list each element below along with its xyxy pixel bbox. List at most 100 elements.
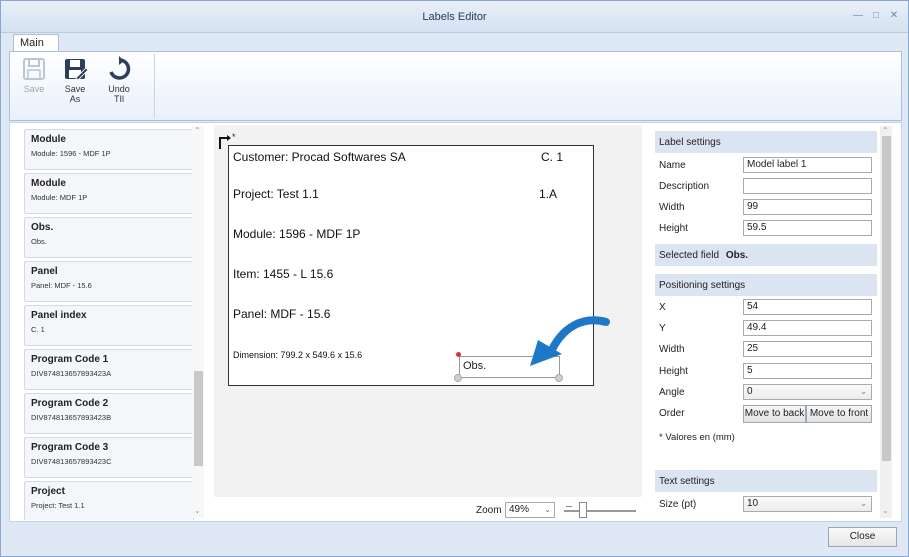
save-as-icon	[65, 59, 88, 81]
close-button[interactable]: Close	[828, 527, 897, 547]
scroll-down-icon[interactable]: ⌄	[882, 506, 889, 515]
list-item[interactable]: Obs. Obs.	[24, 217, 194, 258]
dimension-field[interactable]: Dimension: 799.2 x 549.6 x 15.6	[233, 350, 362, 360]
scroll-up-icon[interactable]: ⌃	[882, 126, 889, 135]
size-select[interactable]: 10 ⌄	[743, 496, 872, 512]
zoom-select[interactable]: 49% ⌄	[505, 502, 555, 518]
list-item-subtitle: Module: 1596 - MDF 1P	[31, 149, 111, 158]
list-item-title: Project	[31, 486, 65, 497]
zoom-slider-thumb[interactable]	[579, 502, 587, 518]
list-item-title: Module	[31, 134, 66, 145]
list-item[interactable]: Project Project: Test 1.1	[24, 481, 194, 520]
height-label: Height	[659, 223, 688, 234]
module-field[interactable]: Module: 1596 - MDF 1P	[233, 227, 360, 241]
angle-label: Angle	[659, 387, 685, 398]
list-item-title: Module	[31, 178, 66, 189]
name-label: Name	[659, 160, 686, 171]
project-field[interactable]: Project: Test 1.1	[233, 187, 319, 201]
position-height-input[interactable]: 5	[743, 363, 872, 379]
angle-select[interactable]: 0 ⌄	[743, 384, 872, 400]
scrollbar-thumb[interactable]	[194, 371, 203, 466]
panel-field[interactable]: Panel: MDF - 15.6	[233, 307, 330, 321]
settings-panel: Label settings Name Model label 1 Descri…	[652, 125, 880, 520]
undo-icon	[109, 56, 131, 80]
zoom-bar: Zoom 49% ⌄	[214, 499, 642, 521]
size-label: Size (pt)	[659, 499, 697, 510]
ribbon: Save Save As Undo TIl	[9, 51, 902, 121]
list-item[interactable]: Module Module: MDF 1P	[24, 173, 194, 214]
save-button[interactable]: Save	[18, 56, 50, 116]
list-item[interactable]: Module Module: 1596 - MDF 1P	[24, 129, 194, 170]
zoom-slider-track[interactable]	[564, 510, 636, 512]
panel-index-field[interactable]: C. 1	[541, 150, 563, 164]
angle-value: 0	[747, 386, 753, 397]
label-canvas[interactable]: Customer: Procad Softwares SA C. 1 Proje…	[228, 145, 610, 386]
position-width-label: Width	[659, 344, 685, 355]
design-area: * Customer: Procad Softwares SA C. 1 Pro…	[214, 125, 642, 497]
list-item-title: Program Code 2	[31, 398, 109, 409]
window-title: Labels Editor	[422, 11, 487, 23]
save-as-button[interactable]: Save As	[58, 56, 92, 116]
title-bar: Labels Editor — □ ✕	[1, 1, 908, 33]
zoom-out-icon[interactable]	[566, 506, 572, 507]
list-item-subtitle: DIV874813657893423A	[31, 369, 112, 378]
selected-field-label: Selected field	[659, 250, 720, 261]
chevron-down-icon: ⌄	[860, 499, 867, 508]
field-list-scrollbar[interactable]: ⌃ ⌄	[192, 126, 204, 518]
list-item[interactable]: Program Code 2 DIV874813657893423B	[24, 393, 194, 434]
x-input[interactable]: 54	[743, 299, 872, 315]
save-icon	[23, 58, 45, 80]
close-window-button[interactable]: ✕	[887, 10, 901, 22]
x-label: X	[659, 302, 666, 313]
position-height-label: Height	[659, 366, 688, 377]
chevron-down-icon: ⌄	[860, 387, 867, 396]
save-as-label: Save As	[64, 84, 86, 104]
description-input[interactable]	[743, 178, 872, 194]
selected-field-header: Selected field Obs.	[655, 244, 877, 266]
field-list: Module Module: 1596 - MDF 1P Module Modu…	[24, 125, 199, 520]
text-settings-header: Text settings	[655, 470, 877, 492]
order-label: Order	[659, 408, 685, 419]
anchor-dot[interactable]	[456, 352, 461, 357]
name-input[interactable]: Model label 1	[743, 157, 872, 173]
list-item-subtitle: DIV874813657893423B	[31, 413, 112, 422]
scroll-down-icon[interactable]: ⌄	[194, 506, 201, 515]
scrollbar-thumb[interactable]	[882, 136, 891, 461]
list-item[interactable]: Panel Panel: MDF - 15.6	[24, 261, 194, 302]
list-item[interactable]: Program Code 1 DIV874813657893423A	[24, 349, 194, 390]
position-width-input[interactable]: 25	[743, 341, 872, 357]
width-input[interactable]: 99	[743, 199, 872, 215]
settings-scrollbar[interactable]: ⌃ ⌄	[880, 126, 892, 518]
maximize-button[interactable]: □	[869, 10, 883, 22]
list-item[interactable]: Program Code 3 DIV874813657893423C	[24, 437, 194, 478]
zoom-value: 49%	[509, 504, 530, 515]
list-item-title: Panel	[31, 266, 58, 277]
order-buttons: Move to back Move to front	[743, 405, 873, 423]
tab-main[interactable]: Main	[13, 34, 59, 52]
list-item-subtitle: Panel: MDF - 15.6	[31, 281, 92, 290]
y-input[interactable]: 49.4	[743, 320, 872, 336]
main-content: Module Module: 1596 - MDF 1P Module Modu…	[9, 122, 902, 522]
list-item-title: Obs.	[31, 222, 54, 233]
minimize-button[interactable]: —	[851, 10, 865, 22]
height-input[interactable]: 59.5	[743, 220, 872, 236]
list-item[interactable]: Panel index C. 1	[24, 305, 194, 346]
units-note: * Valores en (mm)	[659, 432, 735, 443]
labels-editor-window: Labels Editor — □ ✕ Main Save Save As Un…	[0, 0, 909, 557]
positioning-settings-header: Positioning settings	[655, 274, 877, 296]
move-to-back-button[interactable]: Move to back	[743, 405, 806, 423]
y-label: Y	[659, 323, 666, 334]
size-value: 10	[747, 498, 759, 509]
customer-field[interactable]: Customer: Procad Softwares SA	[233, 150, 406, 164]
list-item-title: Panel index	[31, 310, 87, 321]
item-field[interactable]: Item: 1455 - L 15.6	[233, 267, 333, 281]
move-to-front-button[interactable]: Move to front	[806, 405, 872, 423]
undo-button[interactable]: Undo TIl	[102, 56, 136, 116]
project-code-field[interactable]: 1.A	[539, 187, 557, 201]
scroll-up-icon[interactable]: ⌃	[194, 126, 201, 135]
resize-handle[interactable]	[454, 374, 462, 382]
list-item-subtitle: Obs.	[31, 237, 47, 246]
obs-field-text: Obs.	[463, 360, 487, 372]
width-label: Width	[659, 202, 685, 213]
selected-field-value: Obs.	[725, 250, 749, 261]
